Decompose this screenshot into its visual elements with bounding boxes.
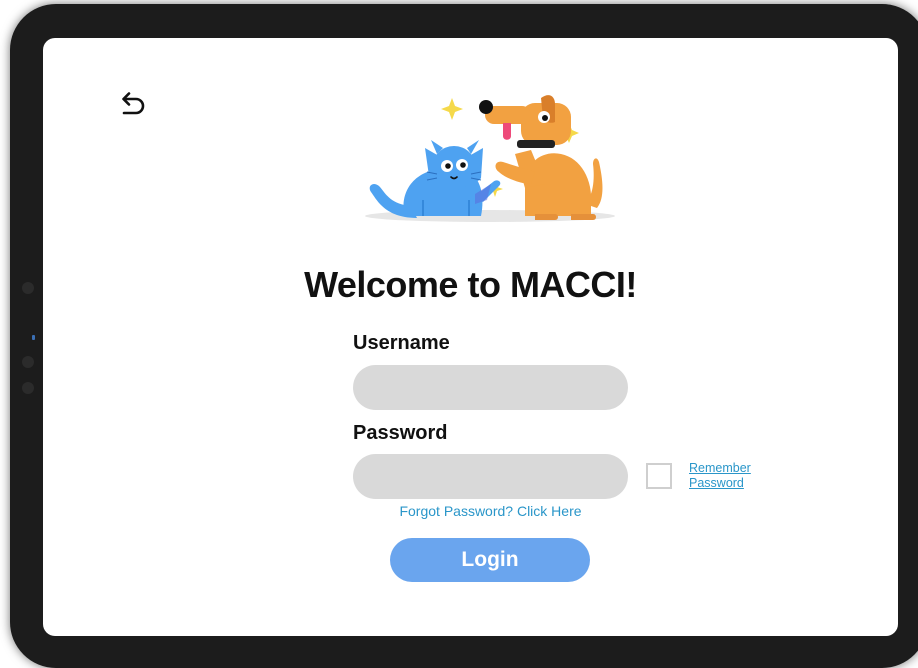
undo-arrow-icon	[122, 92, 145, 115]
login-screen: Welcome to MACCI! Username Password Reme…	[43, 38, 898, 636]
username-label: Username	[353, 332, 450, 354]
device-sensor	[22, 356, 34, 368]
forgot-password-link[interactable]: Forgot Password? Click Here	[353, 503, 628, 519]
device-sensor	[22, 382, 34, 394]
back-button[interactable]	[116, 90, 150, 120]
device-sensor	[22, 282, 34, 294]
cat-figure	[369, 140, 501, 218]
login-button[interactable]: Login	[390, 538, 590, 582]
password-label: Password	[353, 422, 448, 444]
sparkle-icon	[441, 98, 463, 120]
device-indicator-light	[32, 335, 35, 340]
page-title: Welcome to MACCI!	[304, 264, 637, 305]
password-input[interactable]	[353, 454, 628, 499]
remember-label-line1: Remember	[689, 461, 751, 475]
cat-and-dog-illustration	[365, 95, 615, 222]
username-input[interactable]	[353, 365, 628, 410]
remember-password-checkbox[interactable]	[646, 463, 672, 489]
remember-password-link[interactable]: Remember Password	[689, 461, 759, 491]
remember-label-line2: Password	[689, 476, 744, 490]
dog-figure	[479, 95, 603, 220]
